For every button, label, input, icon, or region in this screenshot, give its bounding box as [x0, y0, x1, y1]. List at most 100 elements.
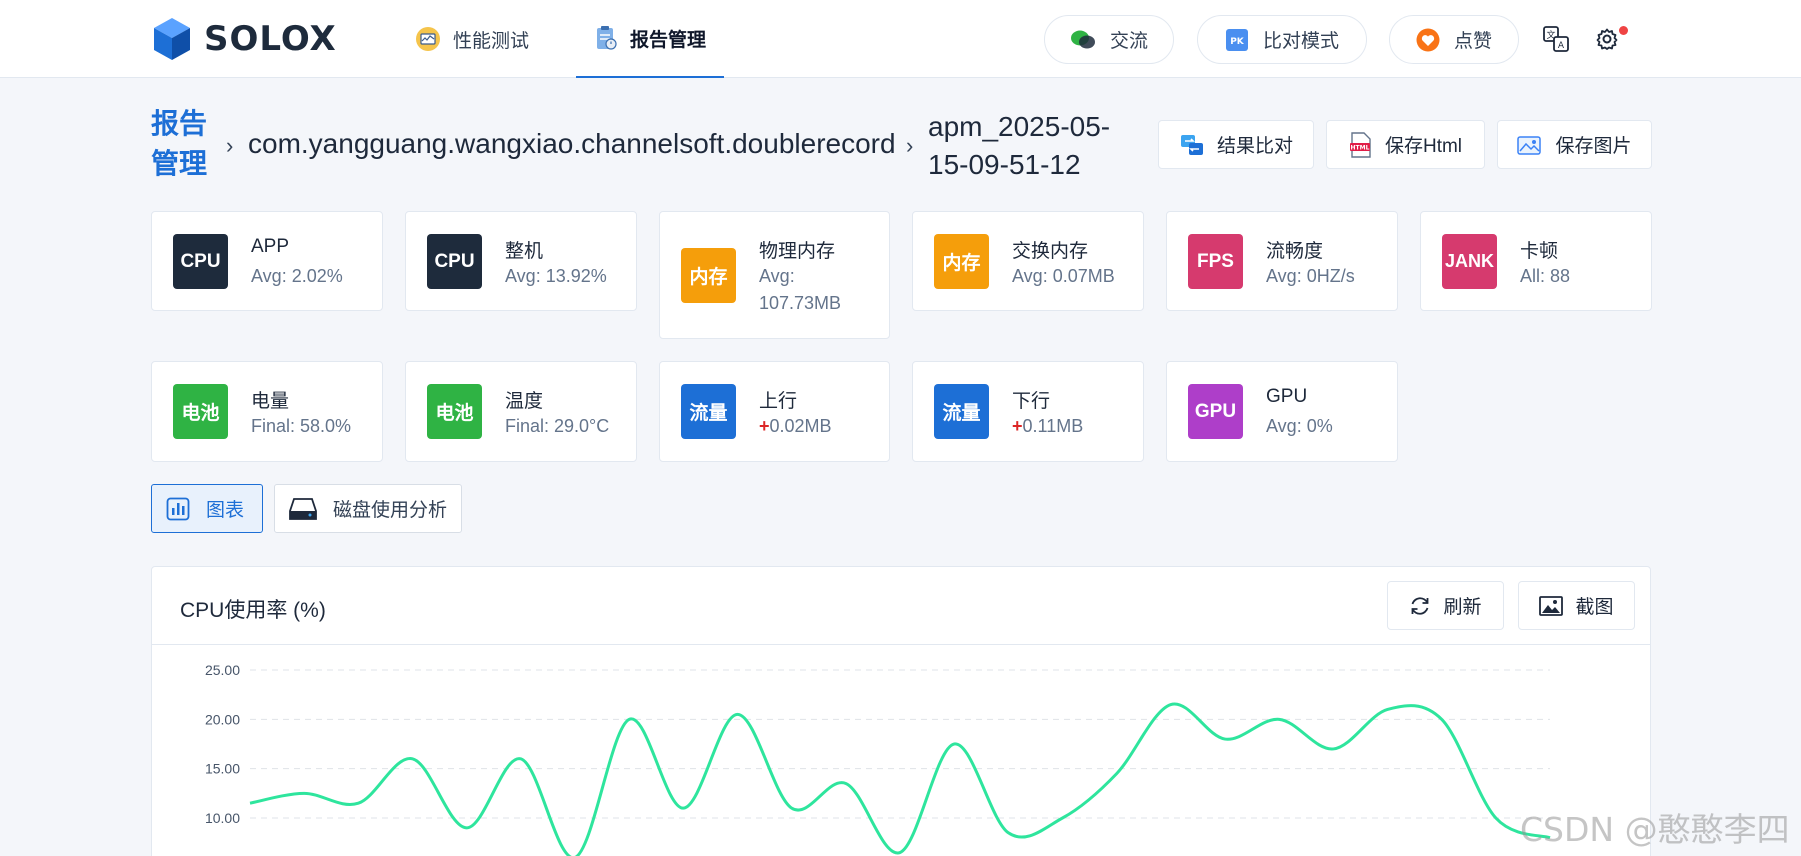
plus-sign: +: [1012, 416, 1023, 436]
refresh-button[interactable]: 刷新: [1387, 581, 1504, 630]
metric-value: Avg: 0HZ/s: [1266, 266, 1355, 286]
wechat-chat-icon: [1070, 29, 1096, 51]
compare-mode-button[interactable]: PK 比对模式: [1197, 15, 1367, 64]
monitor-chart-icon: [415, 26, 441, 52]
disk-drive-icon: [289, 497, 317, 521]
cpu-line-chart: 25.00 20.00 15.00 10.00: [205, 662, 1551, 856]
heart-like-icon: [1416, 28, 1440, 52]
metric-card-app-cpu[interactable]: CPU APP Avg: 2.02%: [151, 211, 383, 311]
tab-label: 磁盘使用分析: [333, 500, 448, 521]
screenshot-label: 截图: [1575, 597, 1614, 618]
y-tick-label: 10.00: [205, 810, 240, 826]
tab-disk-usage[interactable]: 磁盘使用分析: [274, 484, 462, 533]
svg-text:文: 文: [1546, 29, 1555, 41]
metric-card-jank[interactable]: JANK 卡顿 All: 88: [1420, 211, 1652, 311]
jank-badge-icon: JANK: [1442, 234, 1497, 289]
metric-value: All: 88: [1520, 266, 1571, 286]
metric-value: Final: 29.0°C: [505, 416, 610, 436]
save-image-label: 保存图片: [1555, 136, 1632, 157]
metric-value: Avg: 0.07MB: [1012, 266, 1115, 286]
metric-title: 物理内存: [759, 241, 836, 262]
metric-card-system-cpu[interactable]: CPU 整机 Avg: 13.92%: [405, 211, 637, 311]
compare-arrows-icon: [1179, 133, 1205, 157]
settings-gear-icon[interactable]: [1592, 24, 1622, 54]
memory-badge-icon: 内存: [681, 248, 736, 303]
metric-title: 下行: [1012, 391, 1051, 412]
chart-title: CPU使用率 (%): [180, 599, 326, 622]
gpu-badge-icon: GPU: [1188, 384, 1243, 439]
compare-results-button[interactable]: 结果比对: [1158, 120, 1314, 169]
solox-cube-icon: [154, 18, 190, 60]
metric-card-physical-memory[interactable]: 内存 物理内存 Avg: 107.73MB: [659, 211, 890, 339]
metric-title: 交换内存: [1012, 241, 1089, 262]
like-button[interactable]: 点赞: [1389, 15, 1519, 64]
metric-card-battery-level[interactable]: 电池 电量 Final: 58.0%: [151, 361, 383, 462]
tab-charts[interactable]: 图表: [151, 484, 263, 533]
save-image-button[interactable]: 保存图片: [1497, 120, 1652, 169]
metric-card-download[interactable]: 流量 下行 +0.11MB: [912, 361, 1144, 462]
image-icon: [1517, 134, 1543, 156]
breadcrumb-file: apm_2025-05-15-09-51-12: [928, 111, 1111, 180]
report-clipboard-icon: [594, 25, 618, 51]
breadcrumb-package[interactable]: com.yangguang.wangxiao.channelsoft.doubl…: [248, 128, 896, 160]
cpu-badge-icon: CPU: [173, 234, 228, 289]
refresh-label: 刷新: [1443, 597, 1482, 618]
app-logo[interactable]: SOLOX: [152, 16, 337, 62]
metric-value: +0.11MB: [1012, 413, 1132, 440]
html-file-icon: HTML: [1349, 131, 1373, 158]
compare-results-label: 结果比对: [1216, 136, 1293, 157]
metric-value: Avg: 13.92%: [505, 266, 607, 286]
metric-card-swap-memory[interactable]: 内存 交换内存 Avg: 0.07MB: [912, 211, 1144, 311]
battery-badge-icon: 电池: [427, 384, 482, 439]
metric-value: Avg: 0%: [1266, 416, 1333, 436]
metric-value: Avg: 107.73MB: [759, 266, 842, 313]
cpu-chart-panel: CPU使用率 (%) 刷新 截图 25.00 20.00 15.00 10.00: [151, 566, 1651, 856]
metric-value-number: 0.02MB: [769, 416, 832, 436]
svg-text:HTML: HTML: [1351, 144, 1370, 151]
metric-title: 电量: [251, 391, 290, 412]
pk-compare-icon: PK: [1225, 28, 1249, 52]
nav-performance-test[interactable]: 性能测试: [415, 0, 529, 78]
refresh-icon: [1409, 595, 1431, 617]
save-html-button[interactable]: HTML 保存Html: [1326, 120, 1485, 169]
metric-card-gpu[interactable]: GPU GPU Avg: 0%: [1166, 361, 1398, 462]
battery-badge-icon: 电池: [173, 384, 228, 439]
metric-title: GPU: [1266, 386, 1308, 407]
compare-mode-label: 比对模式: [1262, 31, 1339, 52]
memory-badge-icon: 内存: [934, 234, 989, 289]
metric-card-fps[interactable]: FPS 流畅度 Avg: 0HZ/s: [1166, 211, 1398, 311]
fps-badge-icon: FPS: [1188, 234, 1243, 289]
breadcrumb-root[interactable]: 报告管理: [151, 104, 211, 184]
top-navbar: SOLOX 性能测试 报告管理 交流 PK 比对模式 点赞 文A: [0, 0, 1801, 78]
notification-dot: [1619, 26, 1628, 35]
chart-panel-header: CPU使用率 (%) 刷新 截图: [152, 567, 1650, 645]
nav-label: 性能测试: [453, 30, 530, 52]
chat-button[interactable]: 交流: [1044, 15, 1174, 64]
screenshot-button[interactable]: 截图: [1518, 581, 1635, 630]
breadcrumb-separator: ›: [226, 133, 234, 158]
metric-value: Final: 58.0%: [251, 416, 352, 436]
bar-chart-icon: [166, 497, 190, 521]
svg-text:A: A: [1558, 41, 1565, 51]
metric-title: 卡顿: [1520, 241, 1559, 262]
csdn-watermark: CSDN @憨憨李四: [1520, 810, 1790, 849]
y-tick-label: 25.00: [205, 662, 240, 678]
svg-text:PK: PK: [1230, 37, 1245, 47]
nav-report-management[interactable]: 报告管理: [576, 0, 725, 78]
tab-label: 图表: [206, 500, 245, 521]
metric-card-temperature[interactable]: 电池 温度 Final: 29.0°C: [405, 361, 637, 462]
y-tick-label: 20.00: [205, 711, 240, 727]
metric-title: 上行: [759, 391, 798, 412]
nav-label: 报告管理: [630, 29, 707, 51]
network-badge-icon: 流量: [681, 384, 736, 439]
breadcrumb-separator: ›: [906, 133, 914, 158]
metric-card-upload[interactable]: 流量 上行 +0.02MB: [659, 361, 890, 462]
translate-icon[interactable]: 文A: [1541, 24, 1571, 54]
plus-sign: +: [759, 416, 770, 436]
metric-title: APP: [251, 236, 290, 257]
logo-text: SOLOX: [204, 19, 337, 59]
like-label: 点赞: [1453, 31, 1492, 52]
metric-title: 整机: [505, 241, 544, 262]
network-badge-icon: 流量: [934, 384, 989, 439]
metric-value: Avg: 2.02%: [251, 266, 343, 286]
